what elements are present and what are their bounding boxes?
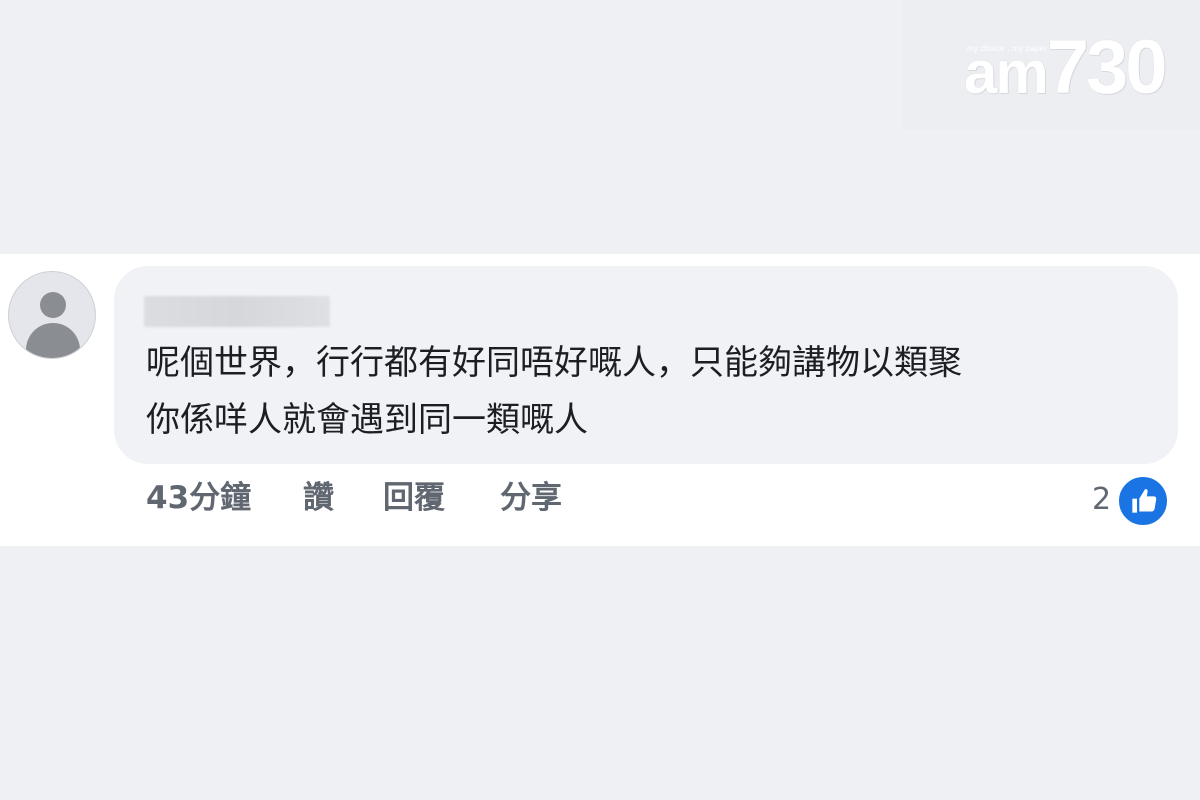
reply-button[interactable]: 回覆: [383, 483, 445, 514]
watermark-logo-number: 730: [1046, 25, 1168, 110]
comment-text-line-1: 呢個世界，行行都有好同唔好嘅人，只能夠講物以類聚: [146, 343, 962, 383]
thumbs-up-icon[interactable]: [1117, 475, 1169, 527]
author-name-blurred[interactable]: [144, 296, 330, 327]
avatar-body: [26, 323, 80, 358]
avatar-head: [40, 292, 66, 318]
avatar[interactable]: [8, 271, 96, 359]
watermark-logo: am730: [964, 30, 1168, 106]
share-button[interactable]: 分享: [500, 483, 562, 514]
like-button[interactable]: 讚: [303, 483, 334, 514]
comment-timestamp[interactable]: 43分鐘: [146, 483, 251, 514]
comment-text-line-2: 你係咩人就會遇到同一類嘅人: [146, 400, 588, 440]
watermark-logo-am: am: [964, 39, 1049, 106]
reaction-count[interactable]: 2: [1092, 485, 1111, 515]
